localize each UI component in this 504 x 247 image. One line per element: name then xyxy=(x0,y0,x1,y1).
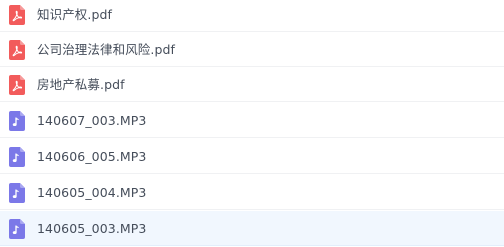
file-list: 知识产权.pdf 公司治理法律和风险.pdf 房地产私募.pdf 140607_… xyxy=(0,0,504,247)
pdf-file-icon xyxy=(9,5,25,25)
audio-file-icon xyxy=(9,183,25,203)
pdf-file-icon xyxy=(9,40,25,60)
file-row[interactable]: 房地产私募.pdf xyxy=(0,67,504,102)
file-row[interactable]: 140607_003.MP3 xyxy=(0,103,504,138)
file-name: 140605_003.MP3 xyxy=(37,221,147,236)
file-row-selected[interactable]: 140605_003.MP3 xyxy=(0,211,504,246)
file-name: 140606_005.MP3 xyxy=(37,149,147,164)
file-row[interactable]: 140606_005.MP3 xyxy=(0,139,504,174)
audio-file-icon xyxy=(9,147,25,167)
file-row[interactable]: 公司治理法律和风险.pdf xyxy=(0,32,504,67)
file-name: 140607_003.MP3 xyxy=(37,113,147,128)
file-name: 房地产私募.pdf xyxy=(37,77,125,92)
audio-file-icon xyxy=(9,111,25,131)
pdf-file-icon xyxy=(9,75,25,95)
file-name: 140605_004.MP3 xyxy=(37,185,147,200)
file-row[interactable]: 140605_004.MP3 xyxy=(0,175,504,210)
file-name: 公司治理法律和风险.pdf xyxy=(37,42,176,57)
audio-file-icon xyxy=(9,219,25,239)
file-row[interactable]: 知识产权.pdf xyxy=(0,0,504,32)
file-name: 知识产权.pdf xyxy=(37,7,113,22)
